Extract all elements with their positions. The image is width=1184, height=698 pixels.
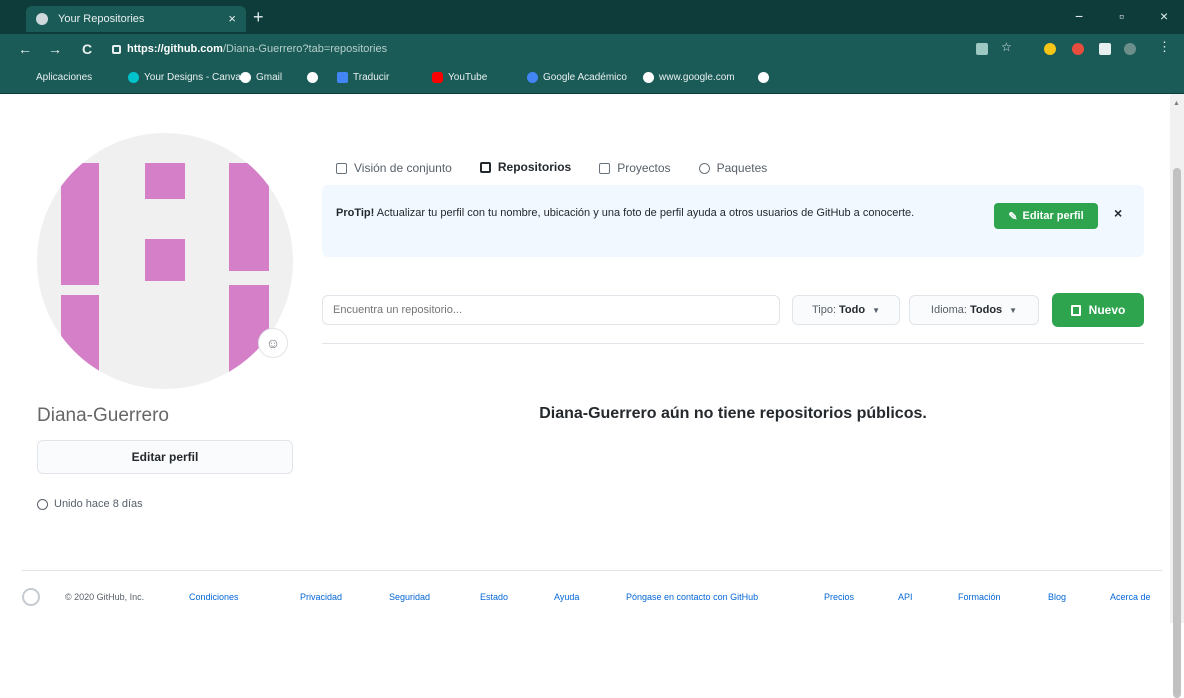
footer-link[interactable]: Privacidad bbox=[300, 592, 342, 602]
caret-down-icon: ▼ bbox=[872, 305, 881, 315]
footer-divider bbox=[22, 570, 1162, 571]
lock-icon bbox=[112, 44, 121, 54]
new-tab-button[interactable]: + bbox=[253, 8, 264, 26]
identicon-block bbox=[145, 239, 185, 281]
puzzle-icon[interactable] bbox=[1099, 43, 1111, 55]
protip-edit-profile-button[interactable]: ✎ Editar perfil bbox=[994, 203, 1098, 229]
repo-search-input[interactable] bbox=[322, 295, 780, 325]
project-icon bbox=[599, 162, 611, 174]
tab-title: Your Repositories bbox=[58, 13, 145, 25]
protip-close-icon[interactable]: × bbox=[1114, 205, 1122, 221]
tab-projects[interactable]: Proyectos bbox=[585, 148, 684, 188]
type-dropdown[interactable]: Tipo: Todo ▼ bbox=[792, 295, 900, 325]
footer-link[interactable]: Estado bbox=[480, 592, 508, 602]
github-logo-icon[interactable] bbox=[22, 588, 40, 606]
url-host: https://github.com bbox=[127, 43, 223, 55]
tab-packages[interactable]: Paquetes bbox=[685, 148, 782, 188]
edit-profile-button[interactable]: Editar perfil bbox=[37, 440, 293, 474]
gmail-icon bbox=[240, 72, 251, 83]
tab-repositories[interactable]: Repositorios bbox=[465, 148, 586, 188]
footer-copyright: © 2020 GitHub, Inc. bbox=[65, 592, 145, 602]
bookmark-google[interactable]: www.google.com bbox=[643, 72, 735, 83]
forward-button[interactable]: → bbox=[48, 41, 62, 57]
scroll-up-icon[interactable]: ▲ bbox=[1173, 100, 1180, 107]
bookmark-youtube[interactable]: YouTube bbox=[432, 72, 487, 83]
extension-icon[interactable] bbox=[1044, 43, 1056, 55]
minimize-button[interactable]: − bbox=[1075, 8, 1083, 24]
translate-icon[interactable] bbox=[976, 43, 988, 55]
translate-icon bbox=[337, 72, 348, 83]
footer-link[interactable]: Ayuda bbox=[554, 592, 579, 602]
protip-lead: ProTip! bbox=[336, 207, 375, 219]
empty-state-message: Diana-Guerrero aún no tiene repositorios… bbox=[539, 405, 927, 422]
scholar-icon bbox=[527, 72, 538, 83]
url-path: /Diana-Guerrero?tab=repositories bbox=[222, 43, 388, 55]
bookmarks-bar: Aplicaciones Your Designs - Canva Gmail … bbox=[0, 64, 1184, 94]
footer-link[interactable]: Blog bbox=[1048, 592, 1066, 602]
smiley-icon: ☺ bbox=[265, 335, 281, 351]
profile-username: Diana-Guerrero bbox=[37, 405, 169, 426]
repo-icon bbox=[479, 161, 491, 173]
close-window-button[interactable]: × bbox=[1160, 8, 1168, 24]
globe-icon bbox=[307, 72, 318, 83]
identicon-block bbox=[145, 163, 185, 199]
footer-link[interactable]: Condiciones bbox=[189, 592, 239, 602]
browser-toolbar: ← → C https://github.com /Diana-Guerrero… bbox=[0, 34, 1184, 64]
language-dropdown[interactable]: Idioma: Todos ▼ bbox=[909, 295, 1039, 325]
identicon-block bbox=[61, 163, 99, 389]
avatar-icon[interactable] bbox=[1124, 43, 1136, 55]
back-button[interactable]: ← bbox=[18, 41, 32, 57]
identicon-gap bbox=[61, 285, 99, 295]
identicon-block bbox=[229, 163, 269, 271]
set-status-button[interactable]: ☺ bbox=[258, 328, 288, 358]
footer-link[interactable]: Póngase en contacto con GitHub bbox=[626, 592, 758, 602]
canva-icon bbox=[128, 72, 139, 83]
protip-text: ProTip! Actualizar tu perfil con tu nomb… bbox=[336, 204, 986, 222]
bookmark-translate[interactable]: Traducir bbox=[337, 72, 389, 83]
divider bbox=[322, 343, 1144, 344]
bookmark-scholar[interactable]: Google Académico bbox=[527, 72, 627, 83]
footer-link[interactable]: Acerca de bbox=[1110, 592, 1151, 602]
clock-icon bbox=[37, 498, 48, 510]
new-repository-button[interactable]: Nuevo bbox=[1052, 293, 1144, 327]
footer-link[interactable]: Seguridad bbox=[389, 592, 430, 602]
bookmark-canva[interactable]: Your Designs - Canva bbox=[128, 72, 241, 83]
footer-link[interactable]: Formación bbox=[958, 592, 1001, 602]
address-bar[interactable]: https://github.com /Diana-Guerrero?tab=r… bbox=[112, 39, 942, 59]
maximize-button[interactable]: ▫ bbox=[1119, 8, 1124, 24]
repo-icon bbox=[1070, 304, 1081, 316]
tab-close-icon[interactable]: × bbox=[228, 11, 236, 26]
scrollbar-thumb[interactable] bbox=[1173, 168, 1181, 698]
apps-grid-icon bbox=[20, 72, 31, 83]
avatar bbox=[37, 133, 293, 389]
extension-icon[interactable] bbox=[1072, 43, 1084, 55]
star-icon[interactable]: ☆ bbox=[1001, 40, 1013, 54]
google-icon bbox=[643, 72, 654, 83]
youtube-icon bbox=[432, 72, 443, 83]
joined-date: Unido hace 8 días bbox=[37, 498, 143, 510]
pencil-icon: ✎ bbox=[1008, 210, 1018, 223]
page-scrollbar[interactable]: ▲ bbox=[1170, 94, 1184, 698]
protip-body: Actualizar tu perfil con tu nombre, ubic… bbox=[376, 207, 915, 219]
footer-link[interactable]: API bbox=[898, 592, 913, 602]
menu-icon[interactable]: ⋮ bbox=[1158, 39, 1171, 54]
protip-banner: ProTip! Actualizar tu perfil con tu nomb… bbox=[322, 185, 1144, 257]
reload-button[interactable]: C bbox=[82, 41, 92, 57]
tab-favicon-icon bbox=[36, 13, 48, 25]
bookmark-globe-2[interactable] bbox=[758, 72, 774, 83]
profile-tabs: Visión de conjunto Repositorios Proyecto… bbox=[322, 148, 781, 188]
bookmark-apps[interactable]: Aplicaciones bbox=[20, 72, 92, 83]
book-icon bbox=[336, 162, 347, 174]
bookmark-globe[interactable] bbox=[307, 72, 323, 83]
tab-overview[interactable]: Visión de conjunto bbox=[322, 148, 466, 188]
joined-text: Unido hace 8 días bbox=[54, 498, 143, 510]
bookmark-gmail[interactable]: Gmail bbox=[240, 72, 282, 83]
footer-link[interactable]: Precios bbox=[824, 592, 854, 602]
browser-tab[interactable]: Your Repositories × bbox=[26, 6, 246, 32]
package-icon bbox=[698, 162, 710, 174]
globe-icon bbox=[758, 72, 769, 83]
browser-tab-strip: Your Repositories × + − ▫ × bbox=[0, 0, 1184, 34]
caret-down-icon: ▼ bbox=[1009, 305, 1018, 315]
